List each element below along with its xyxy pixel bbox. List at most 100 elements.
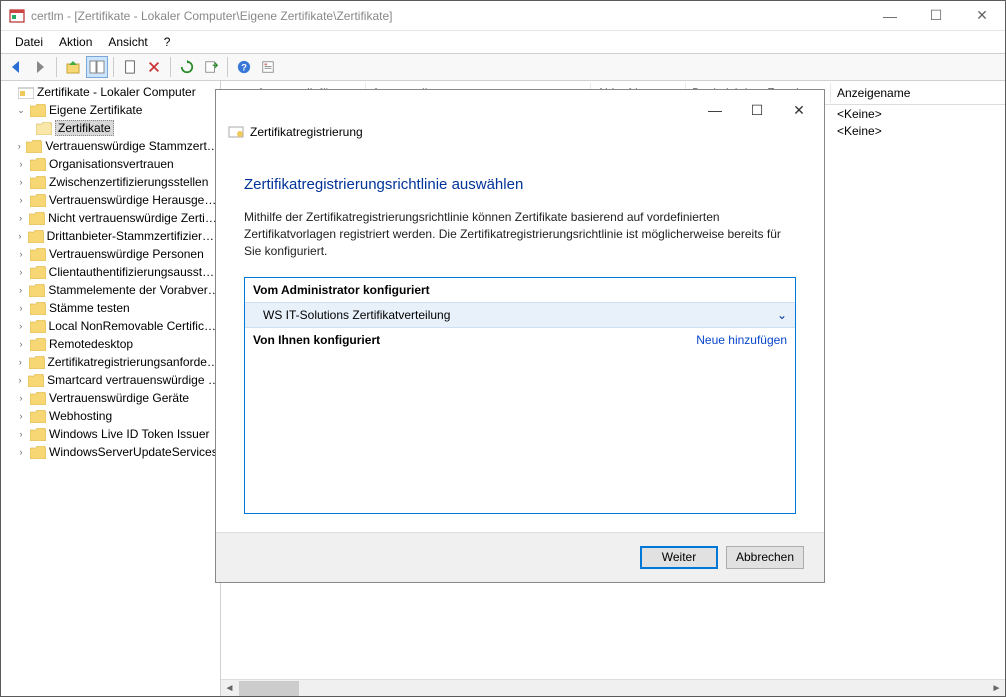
toolbar-separator [170,57,171,77]
menu-action[interactable]: Aktion [51,33,100,51]
delete-button[interactable] [143,56,165,78]
tree-folder-item[interactable]: ›WindowsServerUpdateServices [1,443,220,461]
svg-text:?: ? [241,63,247,74]
folder-icon [30,338,46,351]
tree-folder-item[interactable]: ›Stämme testen [1,299,220,317]
chevron-right-icon[interactable]: › [15,158,27,170]
chevron-right-icon[interactable]: › [15,338,27,350]
folder-icon [30,266,46,279]
user-configured-header: Von Ihnen konfiguriert Neue hinzufügen [245,328,795,352]
chevron-right-icon[interactable]: › [15,374,25,386]
folder-icon [30,446,46,459]
folder-icon [30,104,46,117]
toolbar-separator [113,57,114,77]
menu-file[interactable]: Datei [7,33,51,51]
folder-icon [30,320,46,333]
back-button[interactable] [5,56,27,78]
chevron-right-icon[interactable]: › [15,428,27,440]
main-window: certlm - [Zertifikate - Lokaler Computer… [0,0,1006,697]
toolbar-separator [56,57,57,77]
chevron-right-icon[interactable]: › [15,356,26,368]
tree-folder-item[interactable]: ›Windows Live ID Token Issuer [1,425,220,443]
tree-folder-item[interactable]: ›Clientauthentifizierungsaussteller [1,263,220,281]
next-button[interactable]: Weiter [640,546,718,569]
chevron-right-icon[interactable]: › [15,266,27,278]
folder-icon [29,284,45,297]
show-tree-button[interactable] [86,56,108,78]
window-title: certlm - [Zertifikate - Lokaler Computer… [31,9,867,23]
folder-icon [30,302,46,315]
dialog-heading: Zertifikatregistrierungsrichtlinie auswä… [244,176,796,193]
toolbar: ? [1,53,1005,81]
dialog-minimize-button[interactable]: — [694,96,736,124]
tree-folder-item[interactable]: ›Local NonRemovable Certificates [1,317,220,335]
tree-folder-item[interactable]: ›Nicht vertrauenswürdige Zertifikate [1,209,220,227]
policy-list: Vom Administrator konfiguriert WS IT-Sol… [244,277,796,514]
chevron-right-icon[interactable]: › [15,392,27,404]
dialog-maximize-button[interactable]: ☐ [736,96,778,124]
scroll-right-icon[interactable]: ► [988,680,1005,697]
enrollment-dialog: — ☐ ✕ Zertifikatregistrierung Zertifikat… [215,89,825,583]
tree-folder-item[interactable]: ›Smartcard vertrauenswürdige Stämme [1,371,220,389]
menu-help[interactable]: ? [156,33,179,51]
menu-view[interactable]: Ansicht [100,33,155,51]
cert-wizard-icon [228,124,244,140]
chevron-right-icon[interactable]: › [15,320,27,332]
cert-store-icon [18,86,34,99]
tree-folder-item[interactable]: ›Vertrauenswürdige Personen [1,245,220,263]
tree-folder-item[interactable]: ›Vertrauenswürdige Herausgeber [1,191,220,209]
tree-folder-item[interactable]: ›Stammelemente der Vorabversion [1,281,220,299]
col-display-name[interactable]: Anzeigename [831,83,1005,103]
chevron-right-icon[interactable]: › [15,212,26,224]
titlebar: certlm - [Zertifikate - Lokaler Computer… [1,1,1005,31]
chevron-right-icon[interactable]: › [15,410,27,422]
folder-icon [30,158,46,171]
tree-own-certs[interactable]: ⌄ Eigene Zertifikate [1,101,220,119]
chevron-right-icon[interactable]: › [15,302,27,314]
help-button[interactable]: ? [233,56,255,78]
chevron-right-icon[interactable]: › [15,446,27,458]
toolbar-separator [227,57,228,77]
forward-button[interactable] [29,56,51,78]
tree-folder-item[interactable]: ›Organisationsvertrauen [1,155,220,173]
up-button[interactable] [62,56,84,78]
properties-button[interactable] [257,56,279,78]
tree-folder-item[interactable]: ›Zertifikatregistrierungsanforderungen [1,353,220,371]
dialog-close-button[interactable]: ✕ [778,96,820,124]
minimize-button[interactable]: — [867,1,913,31]
folder-icon [30,410,46,423]
tree-certs-selected[interactable]: Zertifikate [1,119,220,137]
close-button[interactable]: ✕ [959,1,1005,31]
chevron-right-icon[interactable]: › [15,284,26,296]
tree-folder-item[interactable]: ›Webhosting [1,407,220,425]
chevron-right-icon[interactable]: › [15,248,27,260]
chevron-right-icon[interactable]: › [15,194,27,206]
add-new-link[interactable]: Neue hinzufügen [696,333,787,347]
tree-folder-item[interactable]: ›Remotedesktop [1,335,220,353]
chevron-down-icon[interactable]: ⌄ [15,104,27,116]
app-icon [9,8,25,24]
scroll-thumb[interactable] [239,681,299,696]
export-button[interactable] [200,56,222,78]
cancel-button[interactable]: Abbrechen [726,546,804,569]
cut-button[interactable] [119,56,141,78]
tree-folder-item[interactable]: ›Vertrauenswürdige Geräte [1,389,220,407]
folder-icon [29,212,45,225]
policy-item[interactable]: WS IT-Solutions Zertifikatverteilung ⌄ [245,302,795,328]
chevron-right-icon[interactable]: › [15,140,23,152]
horizontal-scrollbar[interactable]: ◄ ► [221,679,1005,696]
chevron-down-icon[interactable] [3,86,15,98]
tree-root[interactable]: Zertifikate - Lokaler Computer [1,83,220,101]
refresh-button[interactable] [176,56,198,78]
folder-icon [30,176,46,189]
folder-icon [30,248,46,261]
tree-folder-item[interactable]: ›Vertrauenswürdige Stammzertifizierungss… [1,137,220,155]
scroll-left-icon[interactable]: ◄ [221,680,238,697]
chevron-down-icon[interactable]: ⌄ [777,308,787,322]
maximize-button[interactable]: ☐ [913,1,959,31]
chevron-right-icon[interactable]: › [15,230,25,242]
tree-folder-item[interactable]: ›Drittanbieter-Stammzertifizierungsstell… [1,227,220,245]
tree-folder-item[interactable]: ›Zwischenzertifizierungsstellen [1,173,220,191]
chevron-right-icon[interactable]: › [15,176,27,188]
folder-icon [29,356,45,369]
